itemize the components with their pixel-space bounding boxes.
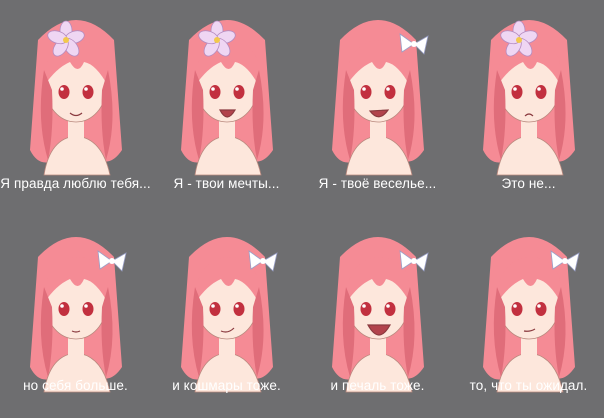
character-illustration bbox=[483, 237, 580, 393]
caption-6: и кошмары тоже. bbox=[172, 378, 281, 393]
panel-5: но себя больше. bbox=[0, 209, 151, 418]
eye-highlight bbox=[537, 87, 541, 91]
eye-highlight bbox=[211, 304, 215, 308]
caption-8: то, что ты ожидал. bbox=[469, 378, 588, 393]
eye-right bbox=[233, 302, 245, 316]
eye-highlight bbox=[211, 87, 215, 91]
eye-highlight bbox=[60, 304, 64, 308]
panel-4: Это не... bbox=[453, 0, 604, 209]
eye-right bbox=[384, 302, 396, 316]
eye-highlight bbox=[386, 87, 390, 91]
eye-highlight bbox=[513, 87, 517, 91]
eye-highlight bbox=[362, 87, 366, 91]
caption-5: но себя больше. bbox=[23, 378, 128, 393]
character-illustration bbox=[483, 20, 575, 176]
eye-right bbox=[535, 302, 547, 316]
eye-highlight bbox=[84, 304, 88, 308]
eye-highlight bbox=[362, 304, 366, 308]
caption-3: Я - твоё веселье... bbox=[318, 176, 437, 191]
eye-right bbox=[233, 85, 245, 99]
eye-right bbox=[384, 85, 396, 99]
character-illustration bbox=[332, 237, 429, 393]
expression-sheet: Я правда люблю тебя... Я - твои мечты...… bbox=[0, 0, 604, 418]
eye-left bbox=[58, 85, 70, 99]
character-illustration bbox=[181, 20, 273, 176]
panel-3: Я - твоё веселье... bbox=[302, 0, 453, 209]
panel-8: то, что ты ожидал. bbox=[453, 209, 604, 418]
eye-right bbox=[535, 85, 547, 99]
eye-highlight bbox=[386, 304, 390, 308]
eye-right bbox=[82, 85, 94, 99]
eye-left bbox=[360, 85, 372, 99]
eye-highlight bbox=[537, 304, 541, 308]
caption-2: Я - твои мечты... bbox=[173, 176, 280, 191]
character-illustration bbox=[332, 20, 429, 176]
eye-left bbox=[511, 85, 523, 99]
eye-left bbox=[209, 302, 221, 316]
eye-highlight bbox=[235, 304, 239, 308]
caption-4: Это не... bbox=[501, 176, 556, 191]
panel-7: и печаль тоже. bbox=[302, 209, 453, 418]
eye-left bbox=[511, 302, 523, 316]
eye-right bbox=[82, 302, 94, 316]
eye-left bbox=[360, 302, 372, 316]
caption-7: и печаль тоже. bbox=[330, 378, 425, 393]
eye-highlight bbox=[84, 87, 88, 91]
panel-6: и кошмары тоже. bbox=[151, 209, 302, 418]
eye-highlight bbox=[60, 87, 64, 91]
panel-2: Я - твои мечты... bbox=[151, 0, 302, 209]
eye-highlight bbox=[235, 87, 239, 91]
eye-left bbox=[209, 85, 221, 99]
character-illustration bbox=[181, 237, 278, 393]
character-illustration bbox=[30, 237, 127, 393]
caption-1: Я правда люблю тебя... bbox=[0, 176, 151, 191]
character-illustration bbox=[30, 20, 122, 176]
eye-highlight bbox=[513, 304, 517, 308]
panel-1: Я правда люблю тебя... bbox=[0, 0, 151, 209]
eye-left bbox=[58, 302, 70, 316]
